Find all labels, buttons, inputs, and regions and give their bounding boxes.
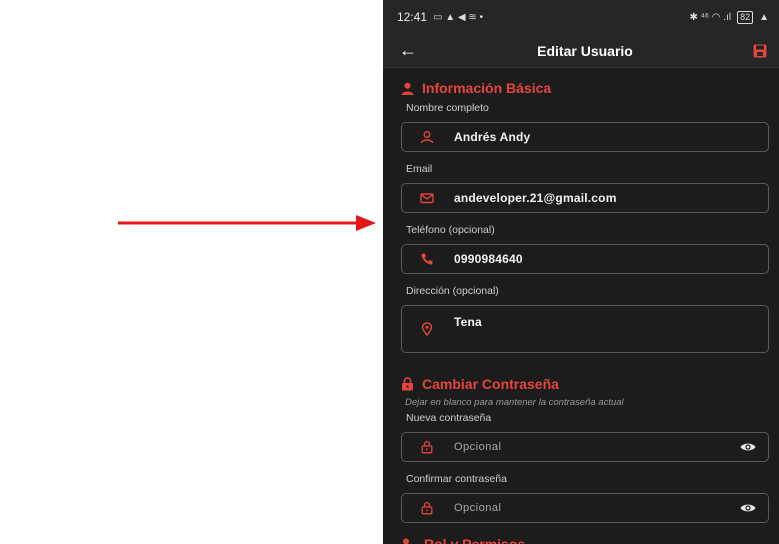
section-title-basic-info: Información Básica [422,80,552,96]
address-field[interactable]: Tena [401,305,769,353]
email-value: andeveloper.21@gmail.com [454,191,617,205]
phone-icon [421,253,433,265]
person-outline-icon [420,131,434,144]
confirm-password-field[interactable]: Opcional [401,493,769,523]
new-password-label: Nueva contraseña [406,412,492,424]
new-password-field[interactable]: Opcional [401,432,769,462]
address-value: Tena [454,315,482,329]
user-shield-icon [403,538,414,544]
confirm-password-label: Confirmar contraseña [406,473,507,485]
annotation-arrow [118,215,376,231]
person-icon [401,82,414,95]
confirm-password-placeholder: Opcional [454,502,502,514]
lock-outline-icon [421,501,433,515]
form-content: Información Básica Nombre completo André… [383,76,779,544]
section-basic-info: Información Básica [401,76,769,100]
section-title-password: Cambiar Contraseña [422,376,559,392]
notification-icons: ▭ ▲ ◀ ≋ • [433,11,484,23]
address-label: Dirección (opcional) [406,285,499,297]
signal-icons: ✱ ⁴⁶ ◠ .ıl [689,11,732,23]
back-arrow-icon[interactable]: ← [399,40,417,61]
mail-icon [420,193,434,204]
name-field[interactable]: Andrés Andy [401,122,769,152]
phone-value: 0990984640 [454,252,523,266]
phone-label: Teléfono (opcional) [406,224,495,236]
email-label: Email [406,163,433,175]
warning-icon: ▲ [759,11,769,23]
section-password: Cambiar Contraseña [401,372,769,396]
name-value: Andrés Andy [454,130,531,144]
eye-icon[interactable] [740,441,756,453]
lock-icon [402,377,413,391]
section-roles: Rol y Permisos [401,532,769,544]
save-icon[interactable] [753,44,767,58]
name-label: Nombre completo [406,102,489,114]
new-password-placeholder: Opcional [454,441,502,453]
battery-icon: 82 [737,10,754,24]
page-title: Editar Usuario [537,42,633,59]
phone-field[interactable]: 0990984640 [401,244,769,274]
app-bar: ← Editar Usuario [383,34,779,68]
eye-icon[interactable] [740,502,756,514]
location-pin-icon [421,322,433,336]
phone-screen: 12:41 ▭ ▲ ◀ ≋ • ✱ ⁴⁶ ◠ .ıl 82 ▲ ← Editar… [383,0,779,544]
status-bar: 12:41 ▭ ▲ ◀ ≋ • ✱ ⁴⁶ ◠ .ıl 82 ▲ [383,0,779,34]
email-field[interactable]: andeveloper.21@gmail.com [401,183,769,213]
section-title-roles: Rol y Permisos [424,536,526,544]
lock-outline-icon [421,440,433,454]
password-hint: Dejar en blanco para mantener la contras… [405,397,624,408]
status-time: 12:41 [397,10,428,24]
